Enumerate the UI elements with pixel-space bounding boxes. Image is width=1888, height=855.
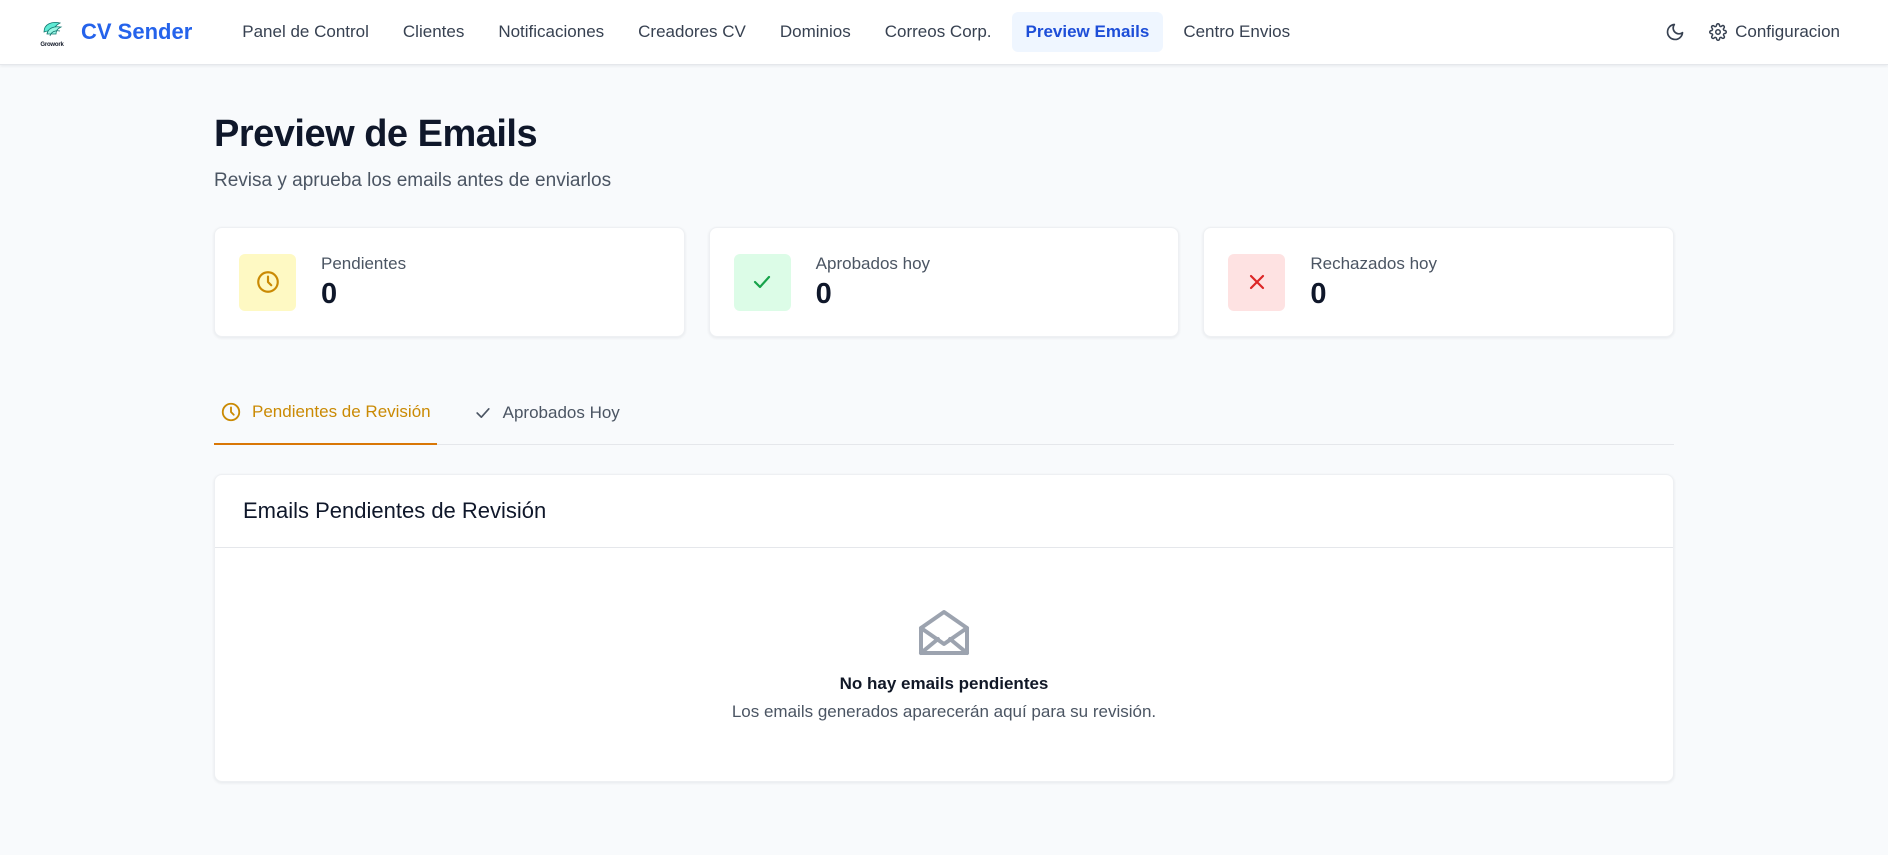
config-button[interactable]: Configuracion <box>1709 22 1840 42</box>
x-icon <box>1249 274 1264 290</box>
main-content: Preview de Emails Revisa y aprueba los e… <box>214 65 1675 782</box>
nav-item-correos-corp[interactable]: Correos Corp. <box>871 12 1006 52</box>
app-name: CV Sender <box>81 19 193 44</box>
stat-value: 0 <box>1310 277 1327 310</box>
panel-title: Emails Pendientes de Revisión <box>215 475 1673 548</box>
stat-label: Pendientes <box>321 253 407 273</box>
empty-title: No hay emails pendientes <box>839 674 1049 693</box>
brand[interactable]: Growork CV Sender <box>38 18 193 48</box>
main-nav: Panel de Control Clientes Notificaciones… <box>228 12 1310 52</box>
check-icon <box>475 407 490 418</box>
stats-row: Pendientes 0 Aprobados hoy 0 Rechazados … <box>214 227 1675 337</box>
theme-toggle-button[interactable] <box>1659 16 1691 48</box>
nav-item-notificaciones[interactable]: Notificaciones <box>484 12 618 52</box>
moon-icon <box>1666 23 1684 41</box>
tab-aprobados-hoy[interactable]: Aprobados Hoy <box>467 381 626 444</box>
tab-pendientes-revision[interactable]: Pendientes de Revisión <box>214 381 437 445</box>
stat-value: 0 <box>321 277 338 310</box>
top-right-actions: Configuracion <box>1659 0 1840 64</box>
empty-state: No hay emails pendientes Los emails gene… <box>215 548 1673 722</box>
review-tabs: Pendientes de Revisión Aprobados Hoy <box>214 381 1674 445</box>
nav-item-clientes[interactable]: Clientes <box>389 12 478 52</box>
nav-item-dominios[interactable]: Dominios <box>766 12 865 52</box>
envelope-open-icon <box>919 610 969 655</box>
page-title: Preview de Emails <box>214 113 538 155</box>
growork-logo: Growork <box>38 18 66 48</box>
gear-icon <box>1709 23 1728 41</box>
stat-icon-aprobados <box>733 253 791 311</box>
stat-card-pendientes: Pendientes 0 <box>214 227 685 337</box>
top-navbar: Growork CV Sender Panel de Control Clien… <box>0 0 1888 65</box>
stat-value: 0 <box>815 277 832 310</box>
config-label: Configuracion <box>1735 22 1840 41</box>
nav-item-centro-envios[interactable]: Centro Envios <box>1169 12 1304 52</box>
stat-label: Aprobados hoy <box>815 253 931 273</box>
logo-text: Growork <box>40 42 64 48</box>
page-subtitle: Revisa y aprueba los emails antes de env… <box>214 170 612 191</box>
tab-label: Aprobados Hoy <box>502 402 620 422</box>
stat-icon-rechazados <box>1228 253 1286 311</box>
clock-icon <box>256 271 279 293</box>
stat-card-aprobados: Aprobados hoy 0 <box>708 227 1180 337</box>
stat-label: Rechazados hoy <box>1310 253 1437 273</box>
clock-icon <box>221 402 241 422</box>
nav-item-creadores-cv[interactable]: Creadores CV <box>624 12 760 52</box>
stat-icon-pendientes <box>239 253 296 311</box>
nav-item-panel-de-control[interactable]: Panel de Control <box>228 12 383 52</box>
tab-label: Pendientes de Revisión <box>252 402 431 421</box>
nav-item-preview-emails[interactable]: Preview Emails <box>1011 12 1164 52</box>
pending-emails-panel: Emails Pendientes de Revisión No hay ema… <box>214 474 1674 782</box>
check-icon <box>754 275 771 289</box>
stat-card-rechazados: Rechazados hoy 0 <box>1203 227 1675 337</box>
empty-description: Los emails generados aparecerán aquí par… <box>731 702 1157 721</box>
